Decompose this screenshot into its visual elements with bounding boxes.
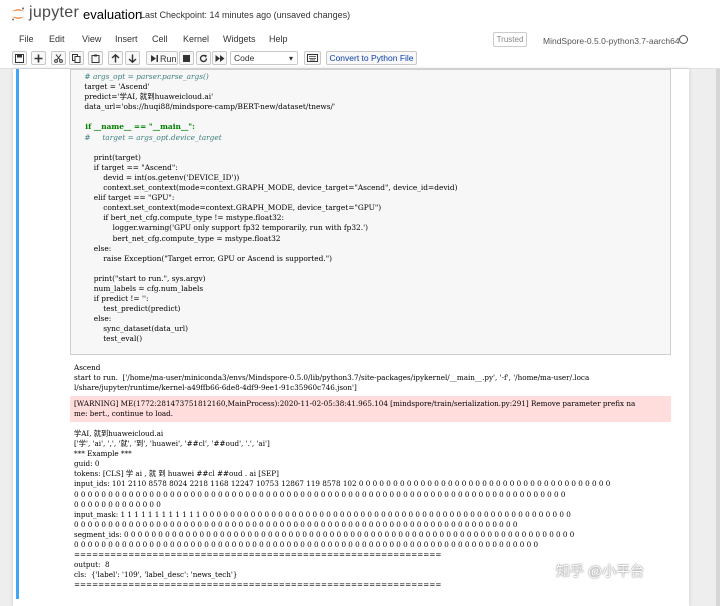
move-down-button[interactable]	[125, 51, 140, 65]
code-line: sync_dataset(data_url)	[75, 324, 189, 334]
menu-cell[interactable]: Cell	[152, 34, 168, 44]
jupyter-logo-text[interactable]: jupyter	[29, 4, 79, 22]
output-line: cls: {'label': '109', 'label_desc': 'new…	[74, 570, 238, 580]
output-line: 0 0 0 0 0 0 0 0 0 0 0 0 0 0 0 0 0 0 0 0 …	[74, 540, 539, 550]
code-line: else:	[75, 243, 112, 253]
run-label: Run	[160, 54, 177, 64]
selected-cell-indicator	[16, 69, 19, 599]
output-line: start to run. ['/home/ma-user/miniconda3…	[74, 373, 590, 383]
scissors-icon	[54, 54, 63, 63]
notebook-name[interactable]: evaluation	[83, 7, 142, 22]
page-scrollbar[interactable]	[716, 69, 720, 606]
notebook-header: jupyter evaluation Last Checkpoint: 14 m…	[0, 0, 720, 28]
save-icon	[15, 54, 24, 63]
cell-output-stderr: [WARNING] ME(1772:281473751812160,MainPr…	[74, 399, 635, 419]
output-line: ['学', 'ai', ',', '就', '到', 'huawei', '##…	[74, 439, 270, 449]
code-line: elif target == "GPU":	[75, 193, 175, 203]
code-line: if __name__ == "__main__":	[75, 122, 195, 132]
watermark: 知乎 @小平台	[556, 563, 645, 579]
code-editor[interactable]: # args_opt = parser.parse_args() target …	[75, 72, 457, 345]
output-line: output: 8	[74, 560, 110, 570]
code-line: test_predict(predict)	[75, 304, 181, 314]
output-line: tokens: [CLS] 学 ai , 就 到 huawei ##cl ##o…	[74, 469, 279, 479]
menu-help[interactable]: Help	[269, 34, 288, 44]
code-line: context.set_context(mode=context.GRAPH_M…	[75, 203, 382, 213]
code-line: print(target)	[75, 152, 141, 162]
code-line: else:	[75, 314, 112, 324]
code-line: print("start to run.", sys.argv)	[75, 273, 206, 283]
code-line: test_eval()	[75, 334, 143, 344]
restart-icon	[199, 54, 208, 63]
code-line: logger.warning('GPU only support fp32 te…	[75, 223, 368, 233]
output-line: *** Example ***	[74, 449, 132, 459]
fast-forward-icon	[215, 55, 224, 62]
cell-output-stdout: Ascend start to run. ['/home/ma-user/min…	[74, 363, 589, 393]
code-line: bert_net_cfg.compute_type = mstype.float…	[75, 233, 281, 243]
trusted-indicator[interactable]: Trusted	[493, 32, 527, 47]
output-line: segment_ids: 0 0 0 0 0 0 0 0 0 0 0 0 0 0…	[74, 529, 575, 539]
output-line: 0 0 0 0 0 0 0 0 0 0 0 0 0 0 0 0 0 0 0 0 …	[74, 519, 518, 529]
menu-view[interactable]: View	[82, 34, 101, 44]
save-button[interactable]	[12, 51, 27, 65]
cell-output-stdout: 学AI, 就到huaweicloud.ai ['学', 'ai', ',', '…	[74, 429, 610, 591]
code-cell-input[interactable]: # args_opt = parser.parse_args() target …	[70, 69, 671, 355]
output-line: 0 0 0 0 0 0 0 0 0 0 0 0 0 0 0 0 0 0 0 0 …	[74, 489, 566, 499]
warning-line: me: bert., continue to load.	[74, 409, 174, 419]
arrow-down-icon	[128, 54, 137, 63]
output-line: input_ids: 101 2110 8578 8024 2218 1168 …	[74, 479, 611, 489]
menu-file[interactable]: File	[19, 34, 34, 44]
output-line: guid: 0	[74, 459, 100, 469]
code-line: if target == "Ascend":	[75, 162, 178, 172]
kernel-status-icon	[679, 35, 688, 44]
menu-edit[interactable]: Edit	[49, 34, 65, 44]
convert-to-python-button[interactable]: Convert to Python File	[326, 51, 417, 65]
restart-run-all-button[interactable]	[212, 51, 227, 65]
code-line: # args_opt = parser.parse_args()	[75, 72, 209, 81]
separator-line: ========================================…	[74, 550, 442, 560]
menu-widgets[interactable]: Widgets	[223, 34, 256, 44]
code-line: target = 'Ascend'	[75, 82, 150, 92]
keyboard-icon	[307, 54, 318, 62]
separator-line: ========================================…	[74, 580, 442, 590]
checkpoint-status: Last Checkpoint: 14 minutes ago (unsaved…	[140, 10, 351, 20]
warning-line: [WARNING] ME(1772:281473751812160,MainPr…	[74, 399, 636, 408]
menu-kernel[interactable]: Kernel	[183, 34, 209, 44]
code-line: # target = args_opt.device_target	[75, 132, 222, 142]
plus-icon	[34, 54, 43, 63]
output-line: 学AI, 就到huaweicloud.ai	[74, 429, 164, 438]
output-line: Ascend	[74, 363, 101, 372]
step-forward-icon	[151, 55, 158, 62]
arrow-up-icon	[111, 54, 120, 63]
copy-button[interactable]	[69, 51, 84, 65]
copy-icon	[72, 54, 81, 63]
insert-cell-button[interactable]	[31, 51, 46, 65]
code-line: raise Exception("Target error, GPU or As…	[75, 253, 333, 263]
output-line: l/share/jupyter/runtime/kernel-a49ffb66-…	[74, 383, 357, 393]
code-line: if bert_net_cfg.compute_type != mstype.f…	[75, 213, 284, 223]
code-line: if predict != '':	[75, 294, 149, 304]
restart-button[interactable]	[196, 51, 211, 65]
output-line: 0 0 0 0 0 0 0 0 0 0 0 0 0	[74, 499, 161, 509]
move-up-button[interactable]	[108, 51, 123, 65]
stop-icon	[183, 55, 190, 62]
cell-type-value: Code	[234, 53, 255, 63]
run-button[interactable]: Run	[146, 51, 178, 65]
code-line: context.set_context(mode=context.GRAPH_M…	[75, 183, 458, 193]
code-line: predict='学AI, 就到huaweicloud.ai'	[75, 92, 214, 102]
cut-button[interactable]	[51, 51, 66, 65]
code-line: num_labels = cfg.num_labels	[75, 283, 204, 293]
interrupt-button[interactable]	[179, 51, 194, 65]
chevron-down-icon: ▾	[288, 54, 293, 63]
code-line: devid = int(os.getenv('DEVICE_ID'))	[75, 172, 240, 182]
kernel-name[interactable]: MindSpore-0.5.0-python3.7-aarch64	[543, 36, 680, 46]
jupyter-logo-icon[interactable]	[10, 6, 26, 22]
menu-insert[interactable]: Insert	[115, 34, 138, 44]
output-line: input_mask: 1 1 1 1 1 1 1 1 1 1 1 1 0 0 …	[74, 509, 571, 519]
code-line: data_url='obs://huqi88/mindspore-camp/BE…	[75, 102, 336, 112]
command-palette-button[interactable]	[304, 51, 321, 65]
paste-icon	[91, 54, 100, 63]
paste-button[interactable]	[88, 51, 103, 65]
cell-type-select[interactable]: Code ▾	[230, 51, 298, 65]
